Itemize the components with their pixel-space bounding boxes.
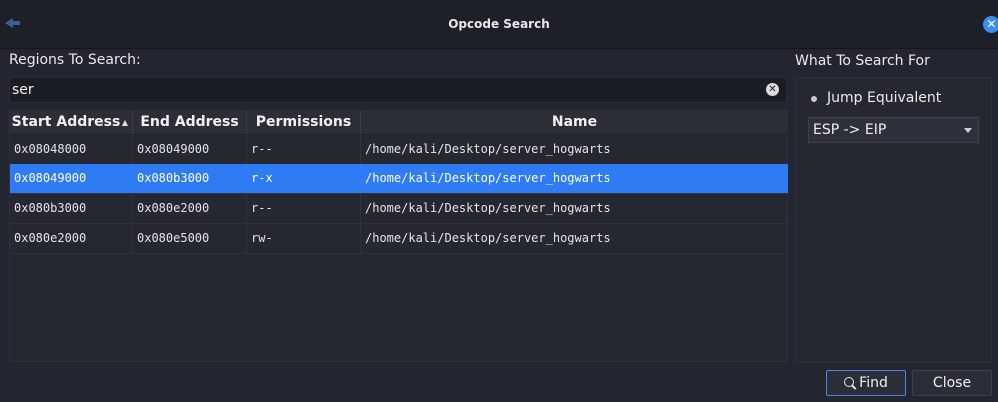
table-header: Start Address ▲ End Address Permissions … (10, 111, 788, 135)
window-title: Opcode Search (448, 17, 550, 31)
table-row[interactable]: 0x08048000 0x08049000 r-- /home/kali/Des… (10, 135, 788, 165)
clear-filter-icon[interactable]: ✕ (766, 83, 779, 96)
cell-end-address: 0x08049000 (133, 135, 247, 164)
regions-label: Regions To Search: (9, 52, 141, 68)
cell-permissions: rw- (247, 224, 361, 253)
sort-ascending-icon: ▲ (121, 118, 128, 127)
register-select[interactable]: ESP -> EIP (808, 117, 979, 143)
cell-start-address: 0x080e2000 (10, 224, 133, 253)
find-button-label: Find (859, 375, 888, 391)
search-for-label: What To Search For (795, 53, 930, 69)
find-button[interactable]: Find (826, 370, 906, 396)
chevron-down-icon (964, 128, 972, 133)
column-header-end-address[interactable]: End Address (133, 111, 247, 134)
search-for-panel: Jump Equivalent ESP -> EIP (795, 77, 992, 363)
column-header-start-address[interactable]: Start Address ▲ (10, 111, 133, 134)
table-row[interactable]: 0x080b3000 0x080e2000 r-- /home/kali/Des… (10, 194, 788, 224)
cell-permissions: r-- (247, 194, 361, 223)
jump-equivalent-label[interactable]: Jump Equivalent (827, 90, 941, 106)
cell-start-address: 0x08048000 (10, 135, 133, 164)
table-row[interactable]: 0x080e2000 0x080e5000 rw- /home/kali/Des… (10, 224, 788, 254)
region-filter-input[interactable] (12, 81, 752, 99)
title-bar: Opcode Search ✕ (0, 0, 998, 49)
cell-permissions: r-x (247, 164, 361, 193)
register-select-value: ESP -> EIP (813, 122, 887, 138)
search-icon (844, 377, 855, 387)
cell-name: /home/kali/Desktop/server_hogwarts (365, 142, 611, 156)
cell-end-address: 0x080e5000 (133, 224, 247, 253)
cell-end-address: 0x080b3000 (133, 164, 247, 193)
cell-permissions: r-- (247, 135, 361, 164)
cell-end-address: 0x080e2000 (133, 194, 247, 223)
close-button[interactable]: Close (912, 370, 992, 396)
cell-name: /home/kali/Desktop/server_hogwarts (365, 201, 611, 215)
region-filter-box: ✕ (9, 77, 787, 103)
regions-table: Start Address ▲ End Address Permissions … (9, 110, 788, 362)
cell-name: /home/kali/Desktop/server_hogwarts (365, 231, 611, 245)
window-close-icon[interactable]: ✕ (983, 16, 998, 33)
column-header-permissions[interactable]: Permissions (247, 111, 361, 134)
cell-start-address: 0x08049000 (10, 164, 133, 193)
jump-equivalent-radio[interactable] (811, 96, 817, 102)
column-header-label: Start Address (11, 114, 121, 130)
cell-name: /home/kali/Desktop/server_hogwarts (365, 171, 611, 185)
column-header-name[interactable]: Name (361, 111, 788, 134)
table-row-selected[interactable]: 0x08049000 0x080b3000 r-x /home/kali/Des… (10, 164, 788, 194)
radio-label-text: ump Equivalent (831, 90, 942, 106)
cell-start-address: 0x080b3000 (10, 194, 133, 223)
